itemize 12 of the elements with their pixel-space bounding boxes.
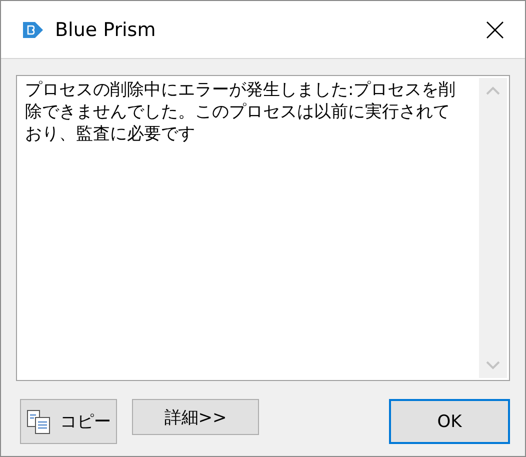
message-box[interactable]: プロセスの削除中にエラーが発生しました:プロセスを削除できませんでした。このプロセスは以前に実行されており、監査に必要です	[16, 75, 510, 381]
close-icon	[486, 20, 504, 38]
ok-button[interactable]: OK	[389, 399, 510, 444]
app-logo-icon	[21, 20, 45, 40]
details-button[interactable]: 詳細>>	[132, 399, 259, 435]
error-message: プロセスの削除中にエラーが発生しました:プロセスを削除できませんでした。このプロセスは以前に実行されており、監査に必要です	[24, 79, 457, 146]
copy-icon	[26, 408, 52, 434]
scroll-up-icon[interactable]	[486, 86, 500, 95]
window-title: Blue Prism	[55, 18, 157, 40]
scroll-down-icon[interactable]	[486, 361, 500, 370]
scrollbar[interactable]	[479, 78, 507, 378]
copy-button[interactable]: コピー	[20, 399, 117, 444]
